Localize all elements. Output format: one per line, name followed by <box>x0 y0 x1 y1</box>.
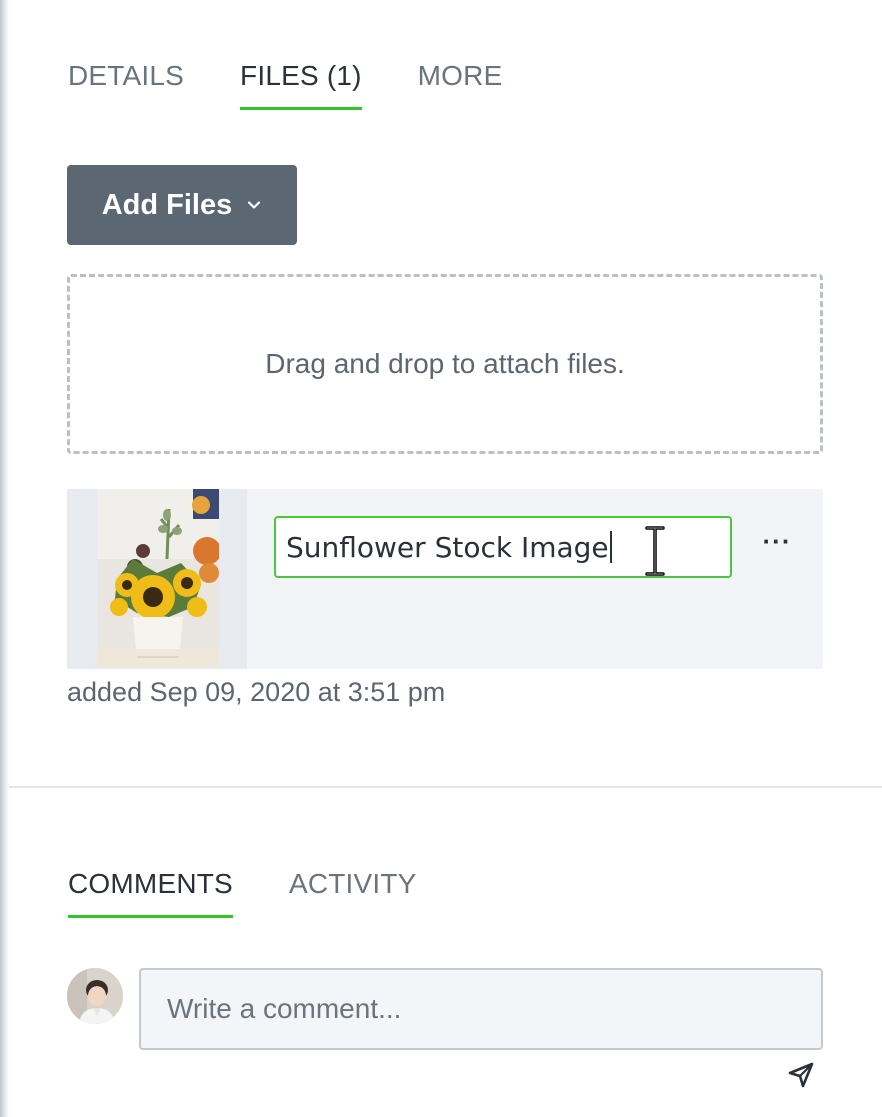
add-files-label: Add Files <box>101 188 233 221</box>
add-files-button[interactable]: Add Files <box>67 165 297 245</box>
avatar <box>67 968 123 1024</box>
comment-input[interactable] <box>139 968 823 1050</box>
avatar-image <box>67 968 123 1024</box>
tab-details[interactable]: DETAILS <box>68 60 184 110</box>
panel-left-border <box>0 0 9 1117</box>
tab-bar: DETAILS FILES (1) MORE <box>68 60 558 110</box>
file-thumbnail[interactable] <box>97 489 219 667</box>
tab-comments[interactable]: COMMENTS <box>68 868 233 918</box>
file-added-timestamp: added Sep 09, 2020 at 3:51 pm <box>67 677 446 707</box>
tab-files[interactable]: FILES (1) <box>240 60 362 110</box>
chevron-down-icon <box>248 201 261 209</box>
file-thumbnail-frame <box>67 489 247 669</box>
text-cursor-icon <box>645 526 665 576</box>
tab-more[interactable]: MORE <box>418 60 503 110</box>
section-divider <box>9 786 882 788</box>
tab-activity[interactable]: ACTIVITY <box>289 868 417 918</box>
send-icon[interactable] <box>786 1060 816 1090</box>
dropzone-text: Drag and drop to attach files. <box>265 348 625 379</box>
file-menu-button[interactable]: ··· <box>757 528 797 559</box>
text-caret <box>609 531 612 563</box>
file-dropzone[interactable]: Drag and drop to attach files. <box>67 274 823 454</box>
comments-tab-bar: COMMENTS ACTIVITY <box>68 868 473 918</box>
file-name-value: Sunflower Stock Image <box>286 530 609 564</box>
file-card: Sunflower Stock Image ··· <box>67 489 823 669</box>
